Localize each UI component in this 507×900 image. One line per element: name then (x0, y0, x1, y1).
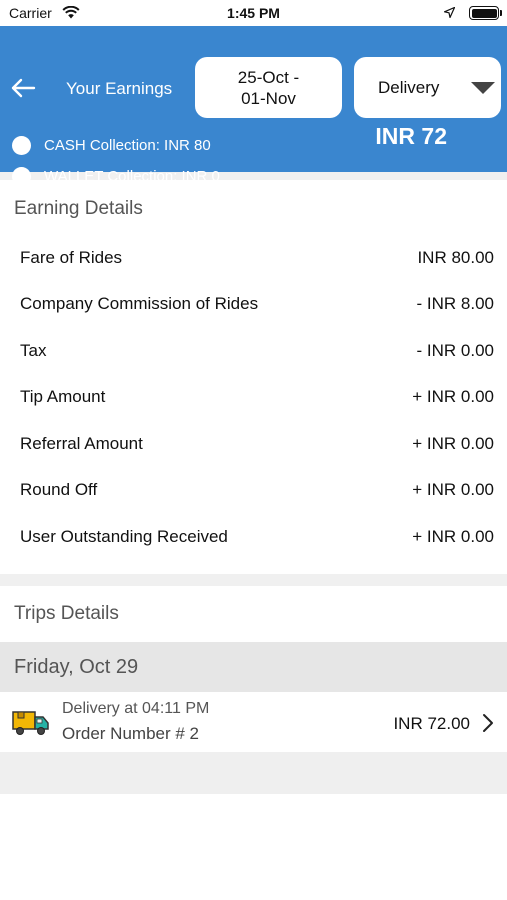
battery-icon (469, 6, 502, 20)
trip-amount: INR 72.00 (393, 714, 470, 733)
earning-row: Tip Amount + INR 0.00 (20, 387, 494, 407)
trips-details-header: Trips Details (0, 586, 507, 642)
earning-value: - INR 0.00 (416, 341, 494, 360)
earnings-header: Your Earnings 25-Oct - 01-Nov Delivery C… (0, 26, 507, 186)
date-range-button[interactable]: 25-Oct - 01-Nov (195, 57, 342, 118)
cash-indicator-dot (12, 136, 31, 155)
earning-value: + INR 0.00 (412, 387, 494, 406)
page-title: Your Earnings (66, 79, 173, 98)
back-arrow-icon[interactable] (8, 73, 38, 103)
list-footer (0, 752, 507, 794)
earning-value: + INR 0.00 (412, 480, 494, 499)
section-title-earning-details: Earning Details (14, 198, 143, 219)
earning-label: Tax (20, 341, 47, 360)
date-range-start: 25-Oct - (237, 67, 300, 87)
truck-icon (12, 711, 49, 735)
earning-label: Referral Amount (20, 434, 143, 453)
chevron-right-icon (483, 714, 493, 732)
earning-label: Round Off (20, 480, 98, 499)
section-divider (0, 574, 507, 586)
earning-value: + INR 0.00 (412, 434, 494, 453)
earning-value: + INR 0.00 (412, 527, 494, 546)
earning-value: - INR 8.00 (416, 294, 494, 313)
status-bar: Carrier 1:45 PM (0, 0, 507, 26)
cash-collection: CASH Collection: INR 80 (12, 136, 211, 155)
trip-date-label: Friday, Oct 29 (14, 656, 139, 678)
earning-row: Fare of Rides INR 80.00 (20, 248, 494, 268)
earning-row: Referral Amount + INR 0.00 (20, 434, 494, 454)
earning-label: User Outstanding Received (20, 527, 228, 546)
trip-order-number: Order Number # 2 (62, 724, 199, 743)
total-earnings: INR 72 (375, 123, 447, 149)
earning-label: Fare of Rides (20, 248, 123, 267)
earning-row: Tax - INR 0.00 (20, 341, 494, 361)
earning-row: User Outstanding Received + INR 0.00 (20, 527, 494, 547)
earning-row: Company Commission of Rides - INR 8.00 (20, 294, 494, 314)
cash-collection-label: CASH Collection: INR 80 (44, 137, 211, 154)
earning-label: Tip Amount (20, 387, 106, 406)
service-type-dropdown[interactable]: Delivery (354, 57, 501, 118)
trip-list-item[interactable]: Delivery at 04:11 PM Order Number # 2 IN… (0, 692, 507, 752)
earning-value: INR 80.00 (417, 248, 494, 267)
date-range-end: 01-Nov (241, 88, 296, 108)
status-time: 1:45 PM (227, 5, 280, 21)
trip-date-header: Friday, Oct 29 (0, 642, 507, 692)
trip-time: Delivery at 04:11 PM (62, 700, 210, 717)
earning-details: Earning Details Fare of Rides INR 80.00 … (0, 180, 507, 574)
location-arrow-icon (444, 7, 455, 18)
earning-label: Company Commission of Rides (20, 294, 259, 313)
chevron-down-icon (471, 82, 495, 94)
service-type-label: Delivery (378, 78, 440, 97)
earning-row: Round Off + INR 0.00 (20, 480, 494, 500)
section-title-trips-details: Trips Details (14, 603, 119, 624)
